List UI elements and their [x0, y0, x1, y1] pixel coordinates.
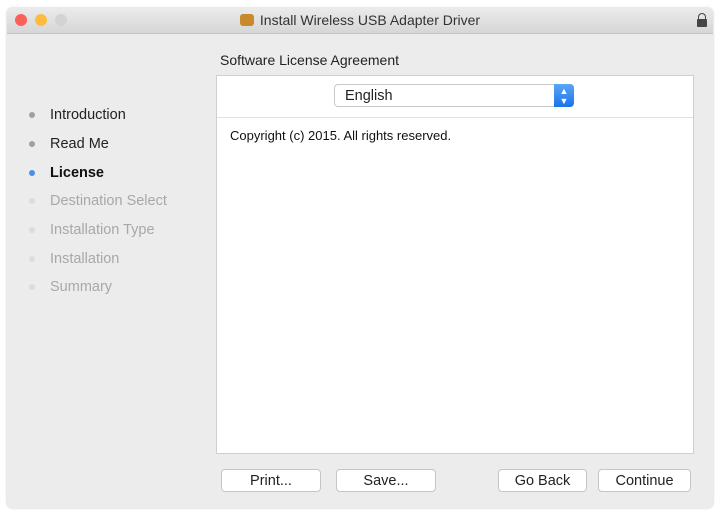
sidebar-step-introduction: Introduction: [29, 101, 167, 130]
package-icon: [239, 14, 254, 26]
title-bar: Install Wireless USB Adapter Driver: [7, 8, 713, 34]
go-back-button[interactable]: Go Back: [498, 469, 587, 492]
license-text: Copyright (c) 2015. All rights reserved.: [230, 128, 452, 143]
lock-icon: [697, 13, 707, 27]
step-label: Destination Select: [50, 193, 167, 210]
installer-window: Install Wireless USB Adapter Driver Soft…: [7, 8, 713, 508]
license-panel: English ▲ ▼ Copyright (c) 2015. All rights…: [216, 75, 694, 454]
step-bullet-icon: [29, 112, 35, 119]
step-label: Installation: [50, 250, 120, 267]
sidebar-step-license: License: [29, 158, 167, 187]
step-bullet-icon: [29, 141, 35, 148]
continue-button[interactable]: Continue: [598, 469, 691, 492]
step-bullet-icon: [29, 198, 35, 205]
step-label: Summary: [50, 279, 113, 296]
step-label: Installation Type: [50, 222, 155, 239]
chevron-updown-icon: ▲ ▼: [554, 84, 574, 107]
step-label: License: [50, 164, 104, 181]
page-title: Software License Agreement: [220, 52, 399, 68]
step-bullet-icon: [29, 284, 35, 291]
window-title-text: Install Wireless USB Adapter Driver: [259, 12, 481, 28]
steps-sidebar: Introduction Read Me License Destination Se…: [29, 101, 167, 302]
language-select[interactable]: English ▲ ▼: [334, 84, 574, 107]
step-label: Introduction: [50, 107, 126, 124]
window-title: Install Wireless USB Adapter Driver: [7, 12, 713, 28]
language-value: English: [345, 88, 393, 104]
divider: [217, 117, 693, 118]
save-button[interactable]: Save...: [336, 469, 436, 492]
step-label: Read Me: [50, 136, 109, 153]
sidebar-step-installation: Installation: [29, 244, 167, 273]
step-bullet-icon: [29, 169, 35, 176]
sidebar-step-summary: Summary: [29, 273, 167, 302]
print-button[interactable]: Print...: [221, 469, 321, 492]
step-bullet-icon: [29, 227, 35, 234]
sidebar-step-destination-select: Destination Select: [29, 187, 167, 216]
step-bullet-icon: [29, 255, 35, 262]
sidebar-step-read-me: Read Me: [29, 130, 167, 159]
sidebar-step-installation-type: Installation Type: [29, 216, 167, 245]
